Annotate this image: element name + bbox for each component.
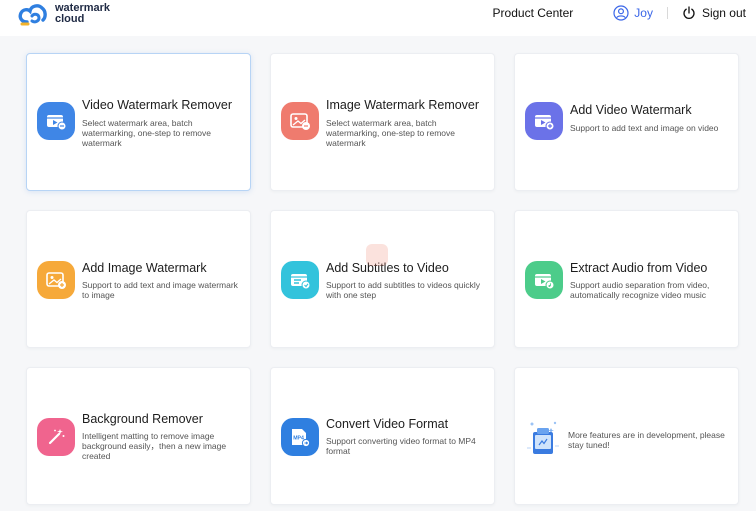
card-description: Select watermark area, batch watermarkin… [326, 118, 455, 148]
mp4-badge: MP4 [293, 436, 304, 442]
magic-wand-icon [37, 418, 75, 456]
card-title: Convert Video Format [326, 417, 449, 431]
card-add-video-watermark[interactable]: Add Video Watermark Support to add text … [514, 53, 739, 191]
development-illustration-icon [525, 418, 561, 458]
more-features-note: More features are in development, please… [568, 430, 725, 450]
video-eraser-icon [37, 102, 75, 140]
card-description: Support to add text and image watermark … [82, 280, 238, 300]
card-video-watermark-remover[interactable]: Video Watermark Remover Select watermark… [26, 53, 251, 191]
card-title: Image Watermark Remover [326, 98, 480, 112]
audio-extract-icon [525, 261, 563, 299]
product-center-link[interactable]: Product Center [493, 6, 574, 20]
card-description: Support converting video format to MP4 f… [326, 436, 476, 456]
card-description: Intelligent matting to remove image back… [82, 431, 227, 461]
card-convert-video-format[interactable]: MP4 Convert Video Format Support convert… [270, 367, 495, 505]
card-add-image-watermark[interactable]: Add Image Watermark Support to add text … [26, 210, 251, 348]
faint-watermark-overlay [366, 244, 388, 266]
card-description: Select watermark area, batch watermarkin… [82, 118, 211, 148]
card-background-remover[interactable]: Background Remover Intelligent matting t… [26, 367, 251, 505]
image-eraser-icon [281, 102, 319, 140]
card-title: Add Subtitles to Video [326, 261, 449, 275]
user-menu[interactable]: Joy [613, 5, 653, 21]
user-name: Joy [634, 6, 653, 20]
card-more-features: More features are in development, please… [514, 367, 739, 505]
card-description: Support audio separation from video, aut… [570, 280, 710, 300]
cloud-logo-icon [18, 2, 50, 26]
top-header: watermark cloud Product Center Joy Sign … [0, 0, 756, 36]
card-description: Support to add text and image on video [570, 123, 719, 133]
nav-divider [666, 7, 668, 19]
sign-out-button[interactable]: Sign out [682, 6, 746, 20]
card-title: Video Watermark Remover [82, 98, 233, 112]
card-extract-audio[interactable]: Extract Audio from Video Support audio s… [514, 210, 739, 348]
user-icon [613, 5, 629, 21]
brand-logo[interactable]: watermark cloud [18, 0, 110, 28]
mp4-convert-icon: MP4 [281, 418, 319, 456]
sign-out-label: Sign out [701, 6, 746, 20]
power-icon [683, 6, 695, 19]
video-add-icon [525, 102, 563, 140]
card-description: Support to add subtitles to videos quick… [326, 280, 481, 300]
brand-name: watermark cloud [55, 3, 110, 25]
card-title: Background Remover [82, 412, 203, 426]
card-title: Extract Audio from Video [570, 261, 708, 275]
brand-line-2: cloud [55, 13, 85, 25]
card-title: Add Video Watermark [570, 103, 692, 117]
card-image-watermark-remover[interactable]: Image Watermark Remover Select watermark… [270, 53, 495, 191]
card-add-subtitles[interactable]: Add Subtitles to Video Support to add su… [270, 210, 495, 348]
image-add-icon [37, 261, 75, 299]
top-nav: Product Center Joy Sign out [493, 5, 746, 21]
subtitle-icon [281, 261, 319, 299]
card-title: Add Image Watermark [82, 261, 207, 275]
